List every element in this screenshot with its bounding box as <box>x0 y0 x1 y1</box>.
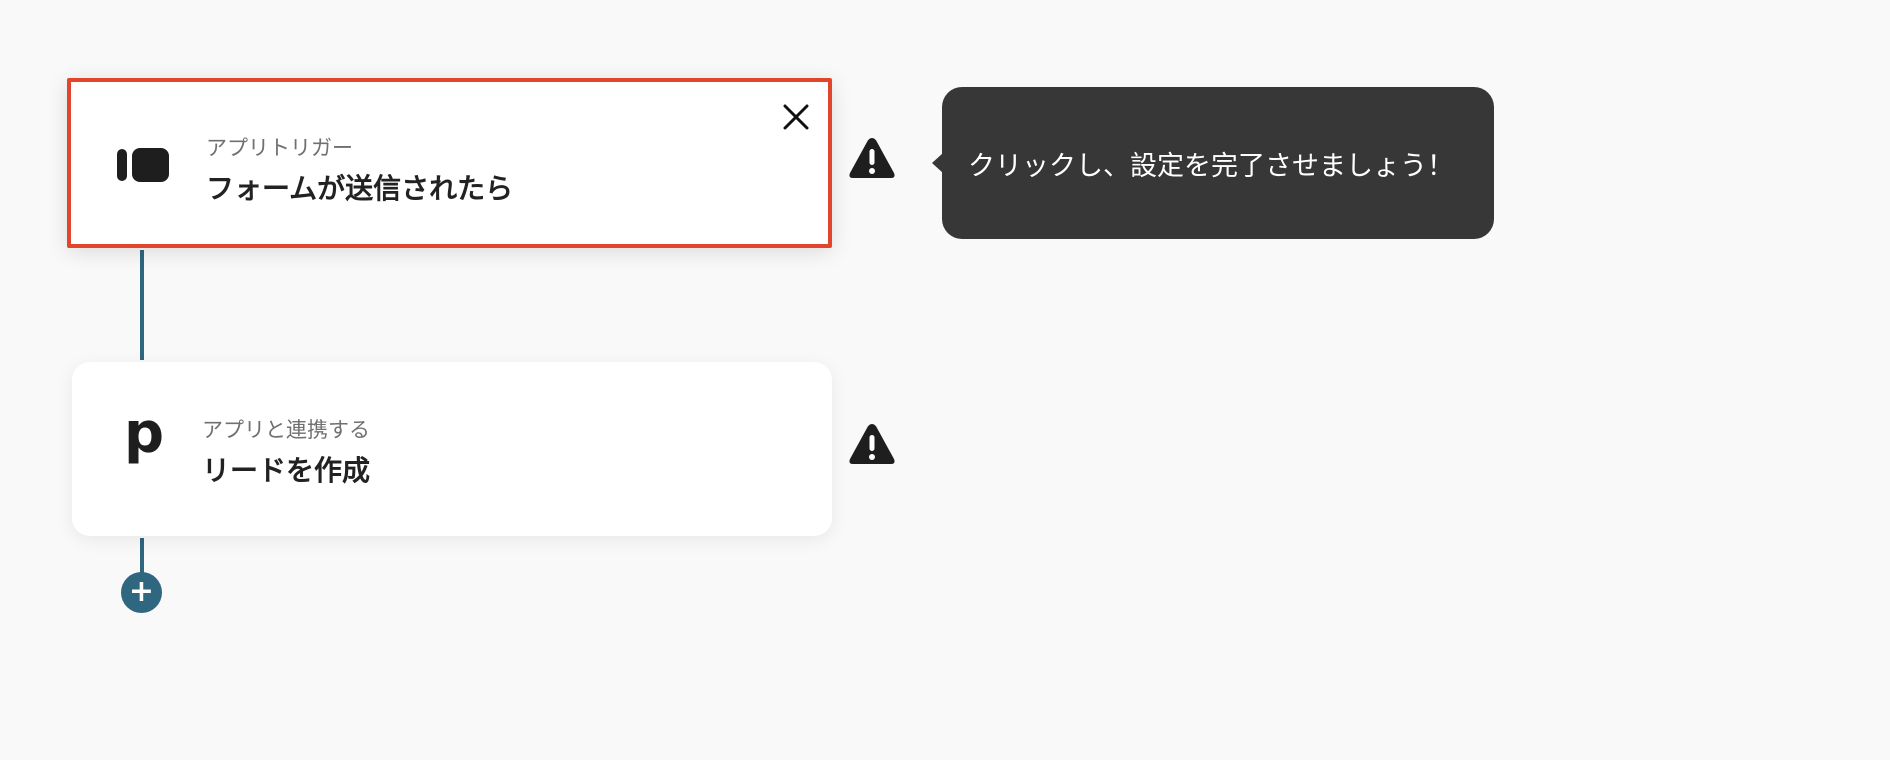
setup-hint-tooltip: クリックし、設定を完了させましょう！ <box>932 87 1494 239</box>
close-icon[interactable] <box>779 100 813 134</box>
action-step-card[interactable]: p アプリと連携する リードを作成 <box>72 362 832 536</box>
step-subtitle: アプリトリガー <box>206 136 353 160</box>
warning-icon <box>847 135 897 181</box>
form-app-icon <box>117 148 169 186</box>
pipedrive-icon: p <box>124 401 165 466</box>
plus-icon: + <box>128 574 155 609</box>
step-title: リードを作成 <box>202 454 371 487</box>
warning-icon <box>847 421 897 467</box>
add-step-button[interactable]: + <box>121 572 162 613</box>
flow-connector-line <box>140 538 144 576</box>
trigger-step-card[interactable]: アプリトリガー フォームが送信されたら <box>67 78 832 248</box>
step-subtitle: アプリと連携する <box>202 418 370 442</box>
flow-connector-line <box>140 250 144 360</box>
step-title: フォームが送信されたら <box>206 172 514 205</box>
tooltip-text: クリックし、設定を完了させましょう！ <box>968 150 1454 182</box>
